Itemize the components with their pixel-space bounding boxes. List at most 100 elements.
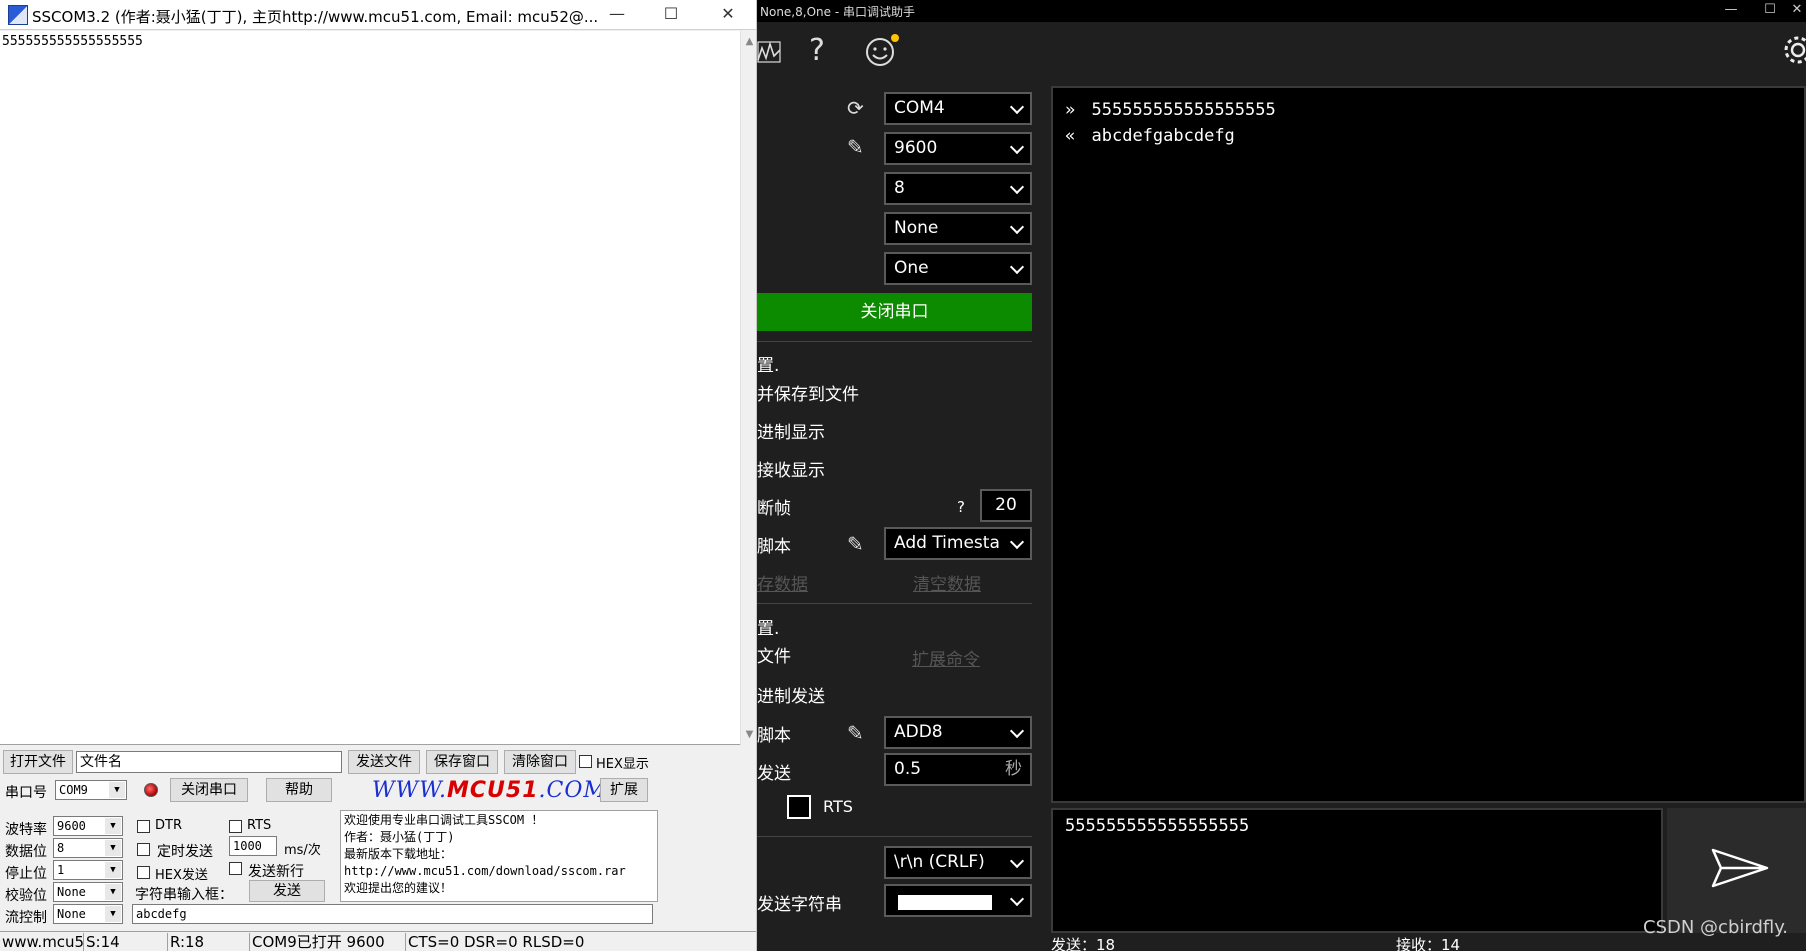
- rts-checkbox[interactable]: [787, 795, 811, 819]
- status-sent: S:14: [84, 933, 168, 951]
- line-ending-select[interactable]: \r\n (CRLF): [884, 846, 1032, 879]
- rts-checkbox[interactable]: [229, 820, 242, 833]
- info-line: http://www.mcu51.com/download/sscom.rar: [344, 864, 626, 878]
- watermark: CSDN @cbirdfly.: [1643, 917, 1789, 938]
- port-label: 串口号: [5, 785, 47, 801]
- help-button[interactable]: 帮助: [266, 778, 332, 802]
- hex-send-checkbox[interactable]: [137, 866, 150, 879]
- maximize-button[interactable]: ☐: [1750, 0, 1790, 22]
- save-to-file-toggle[interactable]: 并保存到文件: [757, 380, 859, 405]
- clear-data-link[interactable]: 清空数据: [913, 570, 981, 595]
- string-input-field[interactable]: abcdefg: [132, 904, 653, 924]
- receive-script-toggle[interactable]: 脚本: [757, 532, 791, 557]
- chevron-down-icon: ▼: [109, 782, 125, 798]
- pen-icon[interactable]: ✎: [847, 532, 864, 556]
- website-link[interactable]: WWW.MCU51.COM: [372, 778, 607, 803]
- line-ending-value: \r\n (CRLF): [894, 852, 985, 872]
- help-icon[interactable]: ?: [809, 36, 825, 66]
- color-select[interactable]: [884, 884, 1032, 917]
- rts-label: RTS: [823, 797, 853, 816]
- scroll-up-icon[interactable]: ▲: [741, 33, 756, 50]
- save-window-button[interactable]: 保存窗口: [426, 750, 498, 774]
- timed-send-toggle[interactable]: 发送: [757, 759, 791, 784]
- vertical-scrollbar[interactable]: ▲ ▼: [740, 31, 756, 745]
- timed-send-value: 0.5: [894, 759, 922, 779]
- extend-button[interactable]: 扩展: [600, 778, 648, 802]
- send-newline-checkbox[interactable]: [229, 862, 242, 875]
- direction-in-icon: «: [1065, 126, 1076, 146]
- chevron-down-icon: [1009, 723, 1025, 739]
- baud-select[interactable]: 9600 ▼: [53, 816, 123, 836]
- stop-bits-select[interactable]: One: [884, 252, 1032, 285]
- info-line: 最新版本下载地址：: [344, 847, 453, 861]
- waveform-icon[interactable]: [757, 40, 781, 69]
- send-file-button[interactable]: 发送文件: [348, 750, 420, 774]
- frame-break-help-icon[interactable]: ?: [957, 498, 965, 516]
- refresh-icon[interactable]: ⟳: [847, 96, 864, 120]
- close-button[interactable]: ✕: [1787, 0, 1806, 22]
- settings-gear-icon[interactable]: [1782, 34, 1806, 71]
- save-data-link[interactable]: 存数据: [757, 570, 808, 595]
- port-select[interactable]: COM9 ▼: [55, 780, 127, 800]
- flow-control-select[interactable]: None ▼: [53, 904, 123, 924]
- hex-display-checkbox[interactable]: [579, 755, 592, 768]
- frame-break-toggle[interactable]: 断帧: [757, 494, 791, 519]
- data-bits-select[interactable]: 8: [884, 172, 1032, 205]
- feedback-smile-icon[interactable]: [865, 32, 901, 73]
- send-button[interactable]: [1667, 808, 1806, 933]
- open-file-button[interactable]: 打开文件: [3, 750, 73, 774]
- frame-break-field[interactable]: 20: [980, 489, 1032, 522]
- info-line: 作者：聂小猛(丁丁): [344, 830, 455, 844]
- interval-field[interactable]: 1000: [229, 836, 277, 856]
- data-bits-select-value: 8: [57, 841, 65, 855]
- send-script-toggle[interactable]: 脚本: [757, 721, 791, 746]
- receive-panel[interactable]: » 555555555555555555 « abcdefgabcdefg: [1051, 86, 1806, 803]
- sscom-titlebar: SSCOM3.2 (作者:聂小猛(丁丁), 主页http://www.mcu51…: [0, 0, 756, 30]
- timed-send-checkbox[interactable]: [137, 843, 150, 856]
- maximize-button[interactable]: ☐: [648, 0, 694, 30]
- clear-window-button[interactable]: 清除窗口: [504, 750, 576, 774]
- data-bits-select[interactable]: 8 ▼: [53, 838, 123, 858]
- port-select-value: COM9: [59, 783, 88, 797]
- send-file-toggle[interactable]: 文件: [757, 642, 791, 667]
- close-button[interactable]: ✕: [705, 0, 751, 30]
- hex-display-toggle[interactable]: 进制显示: [757, 418, 825, 443]
- receive-area[interactable]: 555555555555555555 ▲ ▼: [0, 31, 756, 745]
- chevron-down-icon: ▼: [105, 884, 121, 900]
- pause-display-toggle[interactable]: 接收显示: [757, 456, 825, 481]
- pen-icon[interactable]: ✎: [847, 135, 864, 159]
- timed-send-field[interactable]: 0.5 秒: [884, 753, 1032, 786]
- extend-command-link[interactable]: 扩展命令: [912, 645, 980, 670]
- baud-label: 波特率: [5, 822, 47, 838]
- receive-line: « abcdefgabcdefg: [1065, 126, 1235, 146]
- file-name-field[interactable]: 文件名: [76, 751, 342, 773]
- close-port-button[interactable]: 关闭串口: [757, 293, 1032, 331]
- close-port-button[interactable]: 关闭串口: [170, 778, 248, 802]
- stop-bits-select[interactable]: 1 ▼: [53, 860, 123, 880]
- send-input[interactable]: 555555555555555555: [1051, 808, 1663, 933]
- color-swatch: [898, 895, 992, 910]
- parity-select[interactable]: None: [884, 212, 1032, 245]
- chevron-down-icon: ▼: [105, 906, 121, 922]
- receive-line-text: abcdefgabcdefg: [1091, 126, 1235, 146]
- minimize-button[interactable]: —: [1711, 0, 1751, 22]
- divider: [757, 603, 1032, 604]
- interval-unit: ms/次: [284, 843, 321, 858]
- minimize-button[interactable]: —: [594, 0, 640, 30]
- chevron-down-icon: ▼: [105, 818, 121, 834]
- send-script-select[interactable]: ADD8: [884, 716, 1032, 749]
- scroll-down-icon[interactable]: ▼: [741, 726, 756, 743]
- port-select[interactable]: COM4: [884, 92, 1032, 125]
- hex-send-toggle[interactable]: 进制发送: [757, 682, 825, 707]
- pen-icon[interactable]: ✎: [847, 721, 864, 745]
- sscom-window: SSCOM3.2 (作者:聂小猛(丁丁), 主页http://www.mcu51…: [0, 0, 757, 951]
- status-port-state: COM9已打开 9600: [250, 933, 406, 951]
- receive-script-select[interactable]: Add Timesta: [884, 527, 1032, 560]
- parity-select[interactable]: None ▼: [53, 882, 123, 902]
- status-site[interactable]: www.mcu51.c: [0, 933, 84, 951]
- send-button[interactable]: 发送: [249, 880, 325, 902]
- send-settings-header: 置.: [757, 619, 780, 639]
- assistant-title: None,8,One - 串口调试助手: [760, 5, 915, 19]
- dtr-checkbox[interactable]: [137, 820, 150, 833]
- baud-select[interactable]: 9600: [884, 132, 1032, 165]
